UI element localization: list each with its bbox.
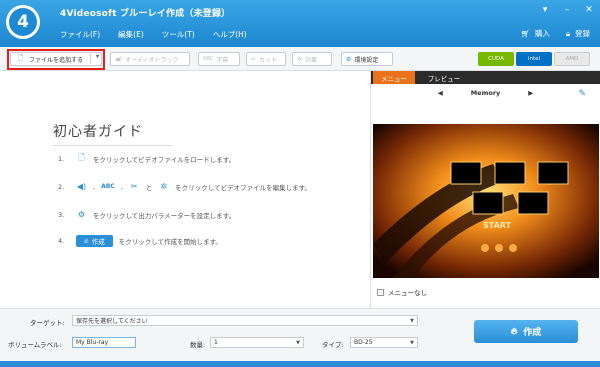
audio-track-button[interactable]: ◀) オーディオトラック bbox=[110, 52, 190, 66]
target-label: ターゲット: bbox=[30, 319, 65, 327]
create-button[interactable]: 🔥︎ 作成 bbox=[474, 320, 578, 343]
fire-icon: 🔥︎ bbox=[510, 326, 518, 337]
window-controls: ▾ – ✕ bbox=[540, 5, 594, 15]
next-arrow-icon[interactable]: ▶ bbox=[528, 89, 533, 97]
menu-tools[interactable]: ツール(T) bbox=[162, 29, 195, 40]
template-name: Memory bbox=[470, 89, 501, 97]
tab-preview[interactable]: プレビュー bbox=[423, 71, 465, 84]
tab-menu[interactable]: メニュー bbox=[373, 71, 415, 84]
menu-file[interactable]: ファイル(F) bbox=[60, 29, 100, 40]
scissors-icon: ✂ bbox=[130, 182, 138, 191]
lock-icon: 🔒︎ bbox=[566, 28, 570, 38]
prev-arrow-icon[interactable]: ◀ bbox=[438, 89, 443, 97]
cut-button[interactable]: ✂ カット bbox=[246, 52, 286, 66]
output-settings: ターゲット: 保存先を選択してください ▼ ボリュームラベル: My Blu-r… bbox=[0, 308, 600, 367]
edit-icon[interactable]: ✎ bbox=[578, 89, 586, 99]
effect-icon: ✲ bbox=[160, 182, 168, 191]
guide-step-2: 2. ◀) , ABC , ✂ と ✲ をクリックしてビデオファイルを編集します… bbox=[58, 182, 311, 192]
gear-icon: ⚙ bbox=[346, 55, 352, 63]
cart-icon: 🛒︎ bbox=[520, 29, 530, 38]
app-logo: 4 bbox=[6, 5, 40, 39]
panel-tabs: メニュー プレビュー bbox=[371, 71, 600, 84]
guide-step-1: 1. 🗋︎ をクリックしてビデオファイルをロードします。 bbox=[58, 152, 236, 164]
intel-badge: intel bbox=[516, 52, 552, 66]
close-icon[interactable]: ✕ bbox=[584, 5, 594, 15]
speaker-icon: ◀) bbox=[76, 182, 87, 191]
menu-help[interactable]: ヘルプ(H) bbox=[213, 29, 247, 40]
title-bar: 4 4Videosoft ブルーレイ作成（未登録） ファイル(F) 編集(E) … bbox=[0, 0, 600, 47]
type-select[interactable]: BD-25 ▼ bbox=[350, 337, 418, 348]
guide-step-3: 3. ⚙ をクリックして出力パラメーターを設定します。 bbox=[58, 210, 235, 220]
buy-link[interactable]: 🛒︎ 購入 bbox=[520, 28, 550, 39]
cuda-badge: CUDA bbox=[478, 52, 514, 66]
target-select[interactable]: 保存先を選択してください ▼ bbox=[72, 315, 418, 326]
subtitle-button[interactable]: ABC 字幕 bbox=[198, 52, 240, 66]
effect-button[interactable]: ✲ 効果 bbox=[292, 52, 332, 66]
status-bar bbox=[0, 361, 600, 367]
menu-preview[interactable]: START bbox=[373, 124, 599, 278]
menu-edit[interactable]: 編集(E) bbox=[118, 29, 144, 40]
speaker-icon: ◀) bbox=[115, 55, 122, 63]
app-title: 4Videosoft ブルーレイ作成（未登録） bbox=[60, 9, 231, 19]
highlight-box bbox=[7, 49, 105, 70]
gear-icon: ⚙ bbox=[77, 210, 86, 219]
volume-label: ボリュームラベル: bbox=[8, 341, 62, 349]
abc-icon: ABC bbox=[101, 183, 115, 190]
abc-icon: ABC bbox=[203, 56, 214, 62]
dropdown-icon[interactable]: ▾ bbox=[540, 5, 550, 15]
minimize-icon[interactable]: – bbox=[562, 5, 572, 15]
menu-bar: ファイル(F) 編集(E) ツール(T) ヘルプ(H) bbox=[60, 29, 247, 40]
chevron-down-icon: ▼ bbox=[410, 339, 414, 346]
create-mini-button: 🔥︎ 作成 bbox=[76, 235, 113, 247]
scissors-icon: ✂ bbox=[251, 55, 257, 63]
type-label: タイプ: bbox=[322, 341, 344, 349]
start-label: START bbox=[483, 221, 512, 230]
settings-button[interactable]: ⚙ 環境設定 bbox=[341, 52, 393, 66]
no-menu-checkbox[interactable]: メニューなし bbox=[377, 287, 427, 297]
guide-step-4: 4. 🔥︎ 作成 をクリックして作成を開始します。 bbox=[58, 235, 222, 247]
chevron-down-icon: ▼ bbox=[410, 317, 414, 324]
top-links: 🛒︎ 購入 🔒︎ 登録 bbox=[520, 28, 590, 39]
amd-badge: AMD bbox=[554, 52, 590, 66]
quantity-select[interactable]: 1 ▼ bbox=[210, 337, 304, 348]
effect-icon: ✲ bbox=[297, 55, 303, 63]
template-nav: ◀ Memory ▶ bbox=[371, 85, 600, 101]
divider bbox=[53, 145, 173, 146]
guide-area: 初心者ガイド 1. 🗋︎ をクリックしてビデオファイルをロードします。 2. ◀… bbox=[0, 71, 370, 308]
fire-icon: 🔥︎ bbox=[84, 236, 89, 245]
volume-input[interactable]: My Blu-ray bbox=[72, 337, 136, 348]
chevron-down-icon: ▼ bbox=[296, 339, 300, 346]
register-link[interactable]: 🔒︎ 登録 bbox=[566, 28, 590, 39]
guide-title: 初心者ガイド bbox=[53, 124, 143, 140]
add-file-icon: 🗋︎ bbox=[78, 152, 85, 162]
quantity-label: 数量: bbox=[190, 341, 206, 349]
menu-panel: メニュー プレビュー ◀ Memory ▶ ✎ START メニューなし bbox=[370, 71, 600, 308]
checkbox[interactable] bbox=[377, 288, 384, 296]
